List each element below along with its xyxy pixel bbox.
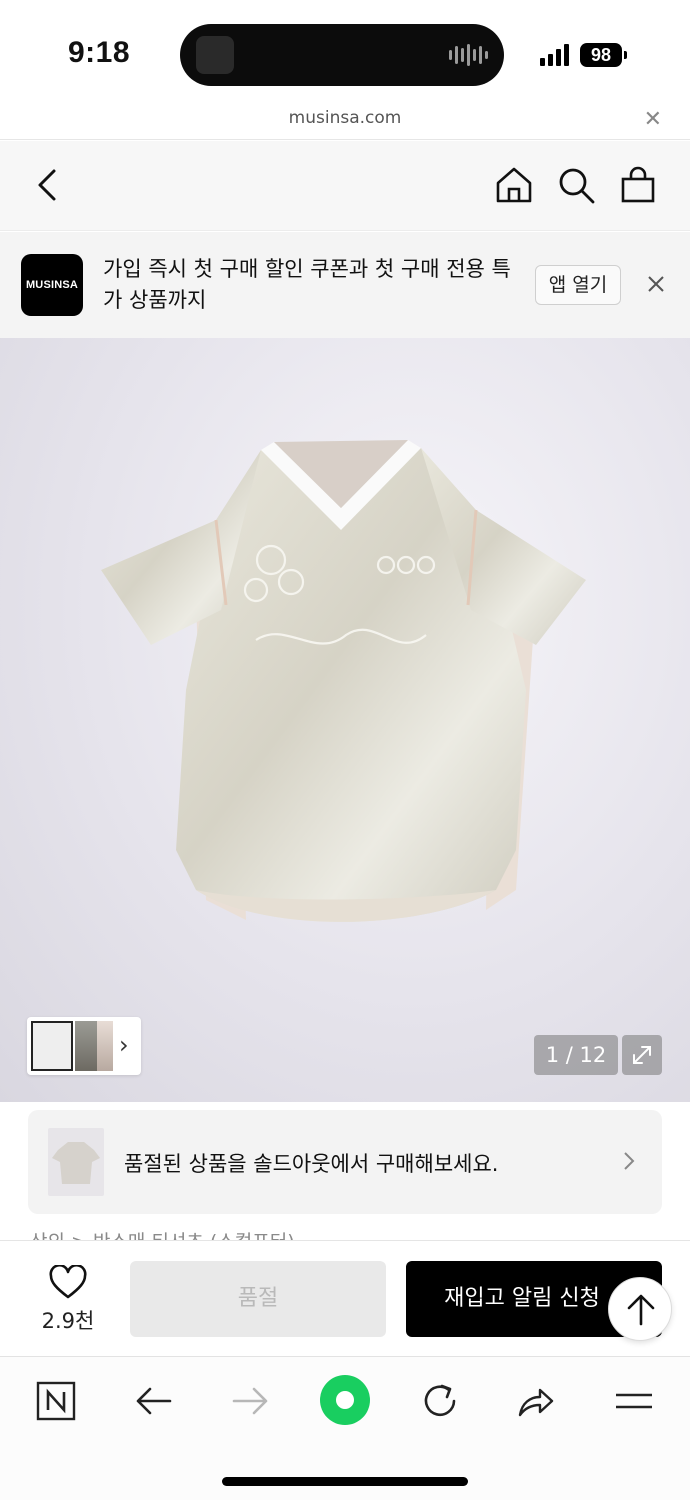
arrow-left-icon[interactable] <box>132 1379 176 1423</box>
home-icon[interactable] <box>492 163 536 207</box>
chevron-left-icon[interactable] <box>26 163 70 207</box>
site-header <box>0 141 690 231</box>
soldout-button: 품절 <box>130 1261 386 1337</box>
image-counter: 1 / 12 <box>534 1035 618 1075</box>
musinsa-logo: MUSINSA <box>21 254 83 316</box>
thumbnail-strip[interactable]: › <box>27 1017 141 1075</box>
battery-indicator: 98 <box>580 43 622 67</box>
banner-message: 가입 즉시 첫 구매 할인 쿠폰과 첫 구매 전용 특가 상품까지 <box>103 257 511 312</box>
open-app-button[interactable]: 앱 열기 <box>535 265 621 305</box>
reload-icon[interactable] <box>418 1379 462 1423</box>
thumbnail-1[interactable] <box>31 1021 73 1071</box>
app-install-banner: MUSINSA 가입 즉시 첫 구매 할인 쿠폰과 첫 구매 전용 특가 상품까… <box>0 232 690 338</box>
url-bar[interactable]: musinsa.com ✕ <box>0 106 690 140</box>
expand-icon[interactable] <box>622 1035 662 1075</box>
product-tshirt-illustration <box>101 440 586 922</box>
browser-toolbar <box>0 1356 690 1500</box>
green-dot-icon[interactable] <box>318 1373 372 1427</box>
search-icon[interactable] <box>554 163 598 207</box>
soldout-promo-card[interactable]: 품절된 상품을 솔드아웃에서 구매해보세요. <box>28 1110 662 1214</box>
menu-icon[interactable] <box>612 1379 656 1423</box>
status-bar: 9:18 98 <box>0 0 690 106</box>
soldout-message: 품절된 상품을 솔드아웃에서 구매해보세요. <box>124 1152 499 1176</box>
now-playing-artwork <box>196 36 234 74</box>
dynamic-island <box>180 24 504 86</box>
naver-n-icon[interactable] <box>34 1379 78 1423</box>
battery-nub <box>624 51 627 59</box>
arrow-up-icon <box>627 1294 655 1326</box>
scroll-to-top-button[interactable] <box>608 1277 672 1341</box>
close-icon[interactable] <box>640 268 672 300</box>
category-breadcrumb[interactable]: 상의 > 반소매 티셔츠 (스컬프터) <box>30 1228 630 1240</box>
soldout-product-thumbnail <box>48 1128 104 1196</box>
cellular-signal-icon <box>540 44 569 66</box>
arrow-right-icon[interactable] <box>228 1379 272 1423</box>
thumbnail-2[interactable] <box>75 1021 97 1071</box>
chevron-right-icon <box>618 1146 640 1176</box>
shopping-bag-icon[interactable] <box>616 163 660 207</box>
status-time: 9:18 <box>68 36 131 69</box>
thumbnail-3[interactable] <box>97 1021 113 1071</box>
url-text[interactable]: musinsa.com <box>0 108 690 128</box>
home-indicator[interactable] <box>222 1477 468 1486</box>
product-image[interactable]: › 1 / 12 <box>0 338 690 1102</box>
purchase-bar: 2.9천 품절 재입고 알림 신청 <box>0 1240 690 1356</box>
share-icon[interactable] <box>514 1379 558 1423</box>
chevron-right-icon[interactable]: › <box>119 1031 129 1059</box>
like-count: 2.9천 <box>41 1309 95 1333</box>
audio-wave-icon <box>449 43 488 67</box>
close-icon[interactable]: ✕ <box>644 106 662 134</box>
heart-icon[interactable] <box>48 1263 88 1301</box>
